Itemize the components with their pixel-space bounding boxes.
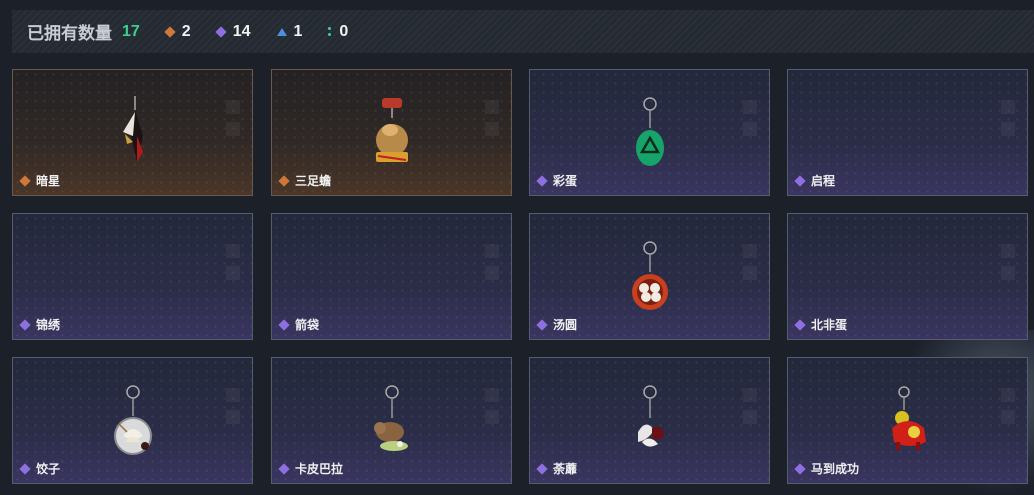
charm-card[interactable]: 箭袋 (271, 213, 512, 340)
stat-blue-value: 1 (293, 22, 303, 40)
charm-label: 启程 (794, 172, 835, 189)
purple-gem-icon (19, 462, 31, 475)
charm-card[interactable]: 暗星 (12, 69, 253, 196)
horse-charm-icon (891, 386, 926, 450)
stat-green: 0 (328, 23, 348, 41)
charm-label: 锦绣 (19, 316, 60, 333)
purple-gem-icon (794, 318, 806, 331)
charm-card[interactable]: 荼蘼 (529, 357, 770, 484)
blue-triangle-icon (276, 27, 287, 36)
purple-gem-icon (536, 462, 548, 475)
charm-card[interactable]: 启程 (787, 69, 1028, 196)
stat-green-value: 0 (339, 22, 349, 40)
dumpling-plate-charm-icon (113, 385, 152, 455)
stat-blue: 1 (276, 22, 303, 41)
stat-orange-value: 2 (181, 22, 191, 40)
orange-gem-icon (19, 174, 31, 187)
charm-card[interactable]: 饺子 (12, 357, 253, 484)
charm-label: 三足蟾 (278, 172, 331, 189)
owned-count-bar: 已拥有数量 17 2 14 1 0 (12, 10, 1034, 53)
purple-gem-icon (19, 318, 31, 331)
stat-purple-value: 14 (232, 22, 251, 40)
charm-card[interactable]: 彩蛋 (529, 69, 770, 196)
purple-gem-icon (278, 462, 290, 475)
charm-label: 箭袋 (278, 316, 319, 333)
charm-card[interactable]: 汤圆 (529, 213, 770, 340)
charm-label: 汤圆 (536, 316, 577, 333)
purple-gem-icon (794, 174, 806, 187)
charm-label: 卡皮巴拉 (278, 460, 343, 477)
dark-star-charm-icon (122, 96, 143, 162)
stat-orange: 2 (164, 22, 191, 41)
charm-label: 饺子 (19, 460, 60, 477)
purple-gem-icon (536, 318, 548, 331)
charm-card[interactable]: 马到成功 (787, 357, 1028, 484)
purple-gem-icon (536, 174, 548, 187)
orange-gem-icon (164, 25, 176, 38)
charm-label: 马到成功 (794, 460, 859, 477)
purple-gem-icon (215, 25, 227, 38)
charm-label: 暗星 (19, 172, 60, 189)
charm-label: 北非蛋 (794, 316, 847, 333)
green-dots-icon (328, 27, 332, 36)
flower-charm-icon (637, 385, 664, 447)
purple-gem-icon (794, 462, 806, 475)
charm-card[interactable]: 北非蛋 (787, 213, 1028, 340)
charm-card[interactable]: 锦绣 (12, 213, 253, 340)
three-legged-toad-charm-icon (375, 98, 408, 162)
easter-egg-charm-icon (635, 97, 664, 166)
stat-purple: 14 (215, 22, 251, 41)
charm-card[interactable]: 三足蟾 (271, 69, 512, 196)
owned-count-title: 已拥有数量 (27, 24, 112, 43)
capybara-charm-icon (373, 385, 408, 451)
charm-label: 彩蛋 (536, 172, 577, 189)
purple-gem-icon (278, 318, 290, 331)
tangyuan-bowl-charm-icon (631, 241, 668, 310)
charm-label: 荼蘼 (536, 460, 577, 477)
charm-card[interactable]: 卡皮巴拉 (271, 357, 512, 484)
owned-count-total: 17 (122, 22, 140, 40)
orange-gem-icon (278, 174, 290, 187)
